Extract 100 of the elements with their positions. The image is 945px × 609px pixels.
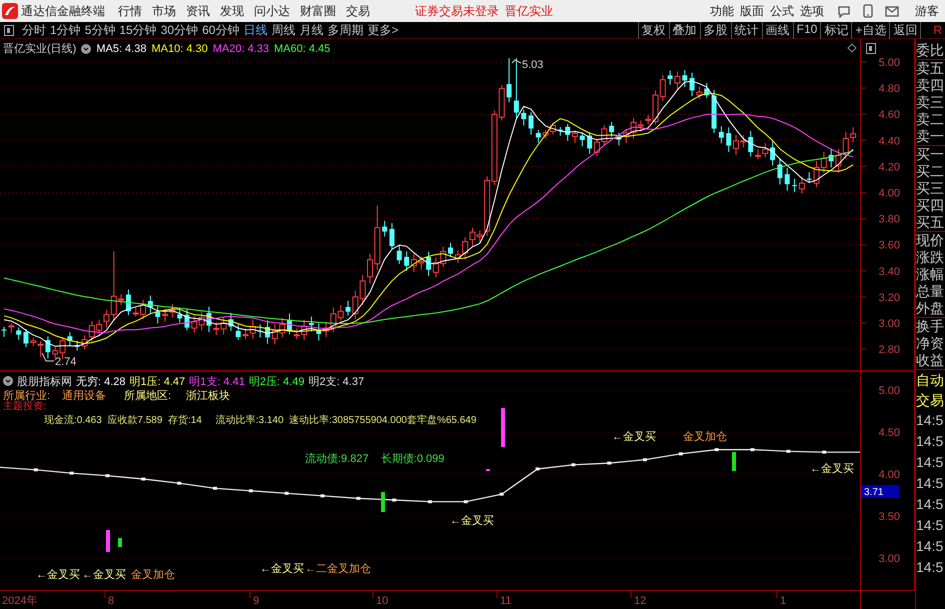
data-point: [177, 482, 182, 485]
candle: [712, 89, 717, 134]
corner-mark: R: [933, 23, 942, 37]
candle: [74, 340, 80, 351]
data-point: [464, 500, 468, 504]
candle: [23, 328, 28, 348]
quote-label: 买四: [916, 197, 945, 214]
region-value: 浙江板块: [186, 389, 230, 401]
data-point: [320, 494, 324, 498]
panel-toggle-icon[interactable]: [4, 24, 14, 36]
menu-item[interactable]: 问小达: [249, 2, 295, 20]
current-value-tag: 3.71: [861, 485, 899, 498]
indicator-reading: 明1压: 4.47: [130, 374, 186, 388]
toolbar-button[interactable]: 统计: [730, 22, 762, 38]
panel-toggle-icon[interactable]: [866, 43, 876, 54]
signal-label: ←金叉买: [260, 563, 304, 575]
date-label: 11: [500, 595, 512, 607]
toolbar-button[interactable]: +自选: [851, 22, 890, 38]
period-tab[interactable]: 15分钟: [117, 22, 159, 38]
menu-item[interactable]: 功能: [707, 2, 737, 20]
chevron-circle-icon[interactable]: [3, 376, 13, 386]
data-point: [248, 489, 253, 492]
menu-item[interactable]: 行情: [113, 2, 147, 20]
data-point: [571, 463, 576, 466]
period-tab[interactable]: 月线: [297, 22, 326, 38]
axis-label: 5.00: [878, 385, 900, 397]
diamond-icon[interactable]: [847, 43, 857, 53]
menu-item[interactable]: 发现: [215, 2, 249, 20]
menu-item[interactable]: 公式: [767, 2, 797, 20]
axis-label: 4.80: [878, 83, 900, 96]
leader-line: [42, 352, 54, 362]
period-tab[interactable]: 多周期: [325, 22, 366, 38]
quote-label: 买一: [916, 146, 945, 163]
candle: [777, 158, 782, 185]
signal-label: ←金叉买: [810, 463, 854, 475]
data-point: [428, 500, 432, 504]
moving-average-reading: MA5: 4.38: [96, 42, 146, 54]
period-tab[interactable]: 30分钟: [158, 22, 200, 38]
toolbar-button[interactable]: 复权: [638, 22, 669, 38]
indicator-reading: 无穷: 4.28: [76, 374, 126, 388]
period-tab[interactable]: 更多>: [365, 22, 400, 38]
menu-item[interactable]: 财富圈: [295, 2, 341, 20]
toolbar-button[interactable]: 画线: [762, 22, 793, 38]
toolbar-button[interactable]: 返回: [889, 22, 922, 38]
period-tab[interactable]: 60分钟: [200, 22, 242, 38]
trade-time: 14:5: [916, 432, 944, 451]
auto-trade-label[interactable]: 自动: [916, 370, 945, 390]
login-notice[interactable]: 证券交易未登录: [415, 2, 499, 20]
debt-metrics: 流动债:9.827 长期债:0.099: [305, 452, 444, 466]
moving-average-reading: MA60: 4.45: [274, 42, 330, 54]
phone-icon[interactable]: [863, 4, 873, 18]
period-tab[interactable]: 1分钟: [48, 22, 83, 38]
trade-time: 14:5: [916, 411, 944, 430]
data-point: [356, 496, 360, 500]
period-tab[interactable]: 周线: [269, 22, 298, 38]
data-point: [141, 478, 146, 481]
axis-label: 4.20: [878, 161, 900, 174]
mail-icon[interactable]: [885, 5, 899, 17]
candle: [704, 82, 710, 99]
menu-item[interactable]: 版面: [737, 2, 767, 20]
period-tab[interactable]: 5分钟: [82, 22, 118, 38]
axis-label: 3.00: [878, 553, 900, 565]
axis-label: 2.80: [878, 344, 900, 356]
high-price-label: 5.03: [522, 59, 544, 71]
chevron-circle-icon[interactable]: [81, 44, 92, 54]
app-logo-icon: [2, 3, 18, 19]
quote-label: 卖五: [916, 60, 945, 77]
menu-item[interactable]: 资讯: [181, 2, 215, 20]
moving-average-reading: MA20: 4.33: [212, 42, 269, 54]
quote-label: 净资: [916, 335, 945, 352]
period-tab[interactable]: 日线: [241, 22, 270, 38]
axis-label: 3.00: [878, 318, 900, 330]
quote-label: 卖四: [916, 77, 945, 94]
candle: [609, 121, 614, 138]
period-tab[interactable]: 分时: [20, 22, 48, 38]
indicator-title: 股朋指标网: [17, 374, 72, 388]
region-label: 所属地区:: [124, 389, 172, 401]
data-point: [70, 472, 74, 475]
user-name[interactable]: 游客: [915, 2, 939, 20]
quote-label: 买二: [916, 163, 945, 180]
axis-label: 4.40: [878, 135, 900, 148]
trade-time: 14:5: [916, 558, 944, 577]
menu-item[interactable]: 选项: [797, 2, 827, 20]
toolbar-button[interactable]: 标记: [820, 22, 852, 38]
indicator-reading: 明2支: 4.37: [308, 374, 364, 388]
toolbar-button[interactable]: F10: [792, 22, 820, 38]
menu-item[interactable]: 市场: [147, 2, 181, 20]
date-label: 8: [108, 595, 114, 607]
toolbar-button[interactable]: 多股: [700, 22, 731, 38]
chat-icon[interactable]: [837, 4, 851, 18]
date-label: 1: [780, 595, 786, 607]
axis-label: 3.20: [878, 292, 900, 304]
toolbar-button[interactable]: 叠加: [668, 22, 700, 38]
axis-label: 3.60: [878, 240, 900, 252]
signal-label: ←金叉买: [612, 431, 656, 443]
chart-title: 晋亿实业(日线): [3, 42, 76, 56]
auto-trade-label[interactable]: 交易: [916, 390, 945, 410]
candle: [718, 126, 724, 144]
menu-item[interactable]: 交易: [341, 2, 375, 20]
axis-label: 4.50: [878, 427, 900, 439]
